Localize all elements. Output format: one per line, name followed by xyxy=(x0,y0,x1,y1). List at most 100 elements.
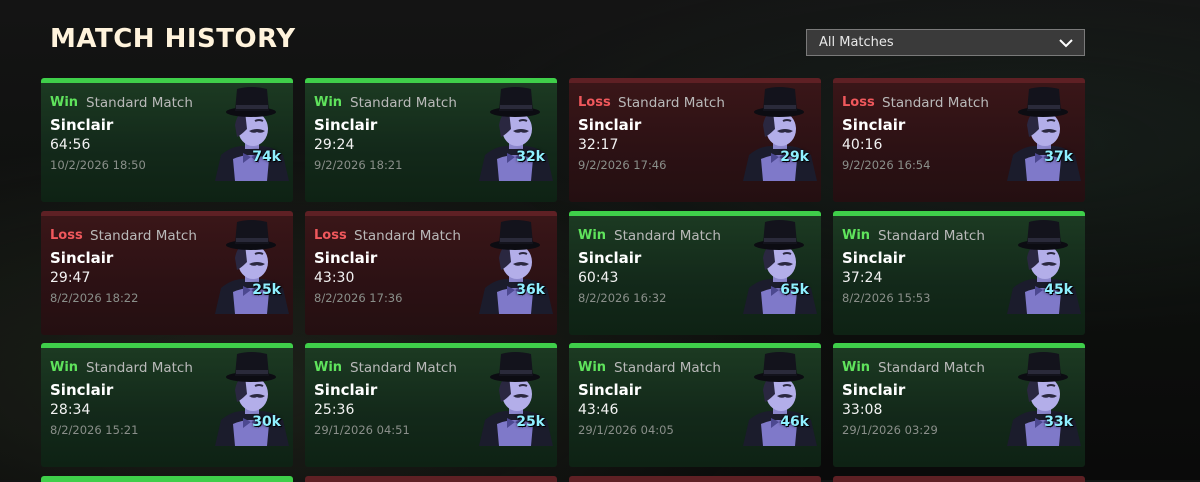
match-type: Standard Match xyxy=(86,95,193,111)
character-portrait xyxy=(211,85,291,181)
match-duration: 32:17 xyxy=(578,137,619,153)
match-date: 8/2/2026 16:32 xyxy=(578,291,667,305)
match-result: Win xyxy=(842,228,871,243)
character-name: Sinclair xyxy=(842,116,906,134)
match-date: 8/2/2026 18:22 xyxy=(50,291,139,305)
match-card-partial[interactable] xyxy=(305,476,557,482)
character-portrait xyxy=(211,218,291,314)
character-portrait xyxy=(475,85,555,181)
match-duration: 64:56 xyxy=(50,137,91,153)
character-name: Sinclair xyxy=(578,249,642,267)
match-date: 10/2/2026 18:50 xyxy=(50,158,146,172)
match-type: Standard Match xyxy=(882,95,989,111)
match-type: Standard Match xyxy=(90,228,197,244)
character-name: Sinclair xyxy=(842,381,906,399)
match-type: Standard Match xyxy=(618,95,725,111)
character-name: Sinclair xyxy=(314,249,378,267)
match-date: 8/2/2026 15:53 xyxy=(842,291,931,305)
character-name: Sinclair xyxy=(578,381,642,399)
match-card[interactable]: Win Standard Match Sinclair 37:24 8/2/2026 1… xyxy=(833,211,1085,335)
match-result: Win xyxy=(314,95,343,110)
match-date: 9/2/2026 18:21 xyxy=(314,158,403,172)
match-score: 33k xyxy=(1044,414,1073,430)
character-portrait xyxy=(739,218,819,314)
match-result: Loss xyxy=(842,95,875,110)
character-portrait xyxy=(739,350,819,446)
match-duration: 29:47 xyxy=(50,270,91,286)
character-portrait xyxy=(1003,85,1083,181)
match-card-partial[interactable] xyxy=(569,476,821,482)
filter-selected-label: All Matches xyxy=(819,35,894,50)
match-date: 29/1/2026 04:05 xyxy=(578,423,674,437)
match-score: 25k xyxy=(516,414,545,430)
character-name: Sinclair xyxy=(842,249,906,267)
match-score: 65k xyxy=(780,282,809,298)
match-duration: 43:46 xyxy=(578,402,619,418)
match-date: 9/2/2026 17:46 xyxy=(578,158,667,172)
chevron-down-icon xyxy=(1058,35,1074,55)
match-card[interactable]: Win Standard Match Sinclair 28:34 8/2/2026 1… xyxy=(41,343,293,467)
match-type: Standard Match xyxy=(86,360,193,376)
match-duration: 33:08 xyxy=(842,402,883,418)
match-date: 9/2/2026 16:54 xyxy=(842,158,931,172)
match-score: 74k xyxy=(252,149,281,165)
match-card[interactable]: Loss Standard Match Sinclair 40:16 9/2/2026 … xyxy=(833,78,1085,202)
match-duration: 28:34 xyxy=(50,402,91,418)
match-card-partial[interactable] xyxy=(833,476,1085,482)
match-card[interactable]: Win Standard Match Sinclair 64:56 10/2/2026 … xyxy=(41,78,293,202)
match-result: Win xyxy=(578,360,607,375)
match-score: 46k xyxy=(780,414,809,430)
character-name: Sinclair xyxy=(314,381,378,399)
character-portrait xyxy=(1003,350,1083,446)
match-date: 29/1/2026 03:29 xyxy=(842,423,938,437)
match-card[interactable]: Win Standard Match Sinclair 60:43 8/2/2026 1… xyxy=(569,211,821,335)
match-card[interactable]: Win Standard Match Sinclair 33:08 29/1/2026 … xyxy=(833,343,1085,467)
match-card[interactable]: Loss Standard Match Sinclair 29:47 8/2/2026 … xyxy=(41,211,293,335)
match-duration: 29:24 xyxy=(314,137,355,153)
match-card-partial[interactable] xyxy=(41,476,293,482)
match-score: 30k xyxy=(252,414,281,430)
match-score: 25k xyxy=(252,282,281,298)
match-result: Loss xyxy=(50,228,83,243)
match-duration: 25:36 xyxy=(314,402,355,418)
match-result: Loss xyxy=(314,228,347,243)
match-date: 8/2/2026 17:36 xyxy=(314,291,403,305)
match-card[interactable]: Loss Standard Match Sinclair 43:30 8/2/2026 … xyxy=(305,211,557,335)
match-type: Standard Match xyxy=(614,228,721,244)
match-score: 32k xyxy=(516,149,545,165)
page-title: MATCH HISTORY xyxy=(50,24,296,54)
character-portrait xyxy=(475,350,555,446)
match-card[interactable]: Win Standard Match Sinclair 25:36 29/1/2026 … xyxy=(305,343,557,467)
character-name: Sinclair xyxy=(50,116,114,134)
character-portrait xyxy=(211,350,291,446)
match-duration: 40:16 xyxy=(842,137,883,153)
character-portrait xyxy=(475,218,555,314)
character-portrait xyxy=(1003,218,1083,314)
match-result: Win xyxy=(314,360,343,375)
match-score: 45k xyxy=(1044,282,1073,298)
match-result: Win xyxy=(50,95,79,110)
match-card[interactable]: Win Standard Match Sinclair 29:24 9/2/2026 1… xyxy=(305,78,557,202)
match-result: Win xyxy=(578,228,607,243)
character-name: Sinclair xyxy=(50,249,114,267)
match-result: Loss xyxy=(578,95,611,110)
match-type: Standard Match xyxy=(614,360,721,376)
match-card[interactable]: Win Standard Match Sinclair 43:46 29/1/2026 … xyxy=(569,343,821,467)
match-filter-dropdown[interactable]: All Matches xyxy=(806,29,1085,56)
match-result: Win xyxy=(842,360,871,375)
character-name: Sinclair xyxy=(314,116,378,134)
match-type: Standard Match xyxy=(878,228,985,244)
match-card[interactable]: Loss Standard Match Sinclair 32:17 9/2/2026 … xyxy=(569,78,821,202)
match-duration: 37:24 xyxy=(842,270,883,286)
character-name: Sinclair xyxy=(578,116,642,134)
character-name: Sinclair xyxy=(50,381,114,399)
match-duration: 60:43 xyxy=(578,270,619,286)
match-date: 29/1/2026 04:51 xyxy=(314,423,410,437)
match-score: 36k xyxy=(516,282,545,298)
match-duration: 43:30 xyxy=(314,270,355,286)
match-type: Standard Match xyxy=(878,360,985,376)
match-score: 29k xyxy=(780,149,809,165)
match-type: Standard Match xyxy=(350,95,457,111)
match-type: Standard Match xyxy=(354,228,461,244)
match-date: 8/2/2026 15:21 xyxy=(50,423,139,437)
